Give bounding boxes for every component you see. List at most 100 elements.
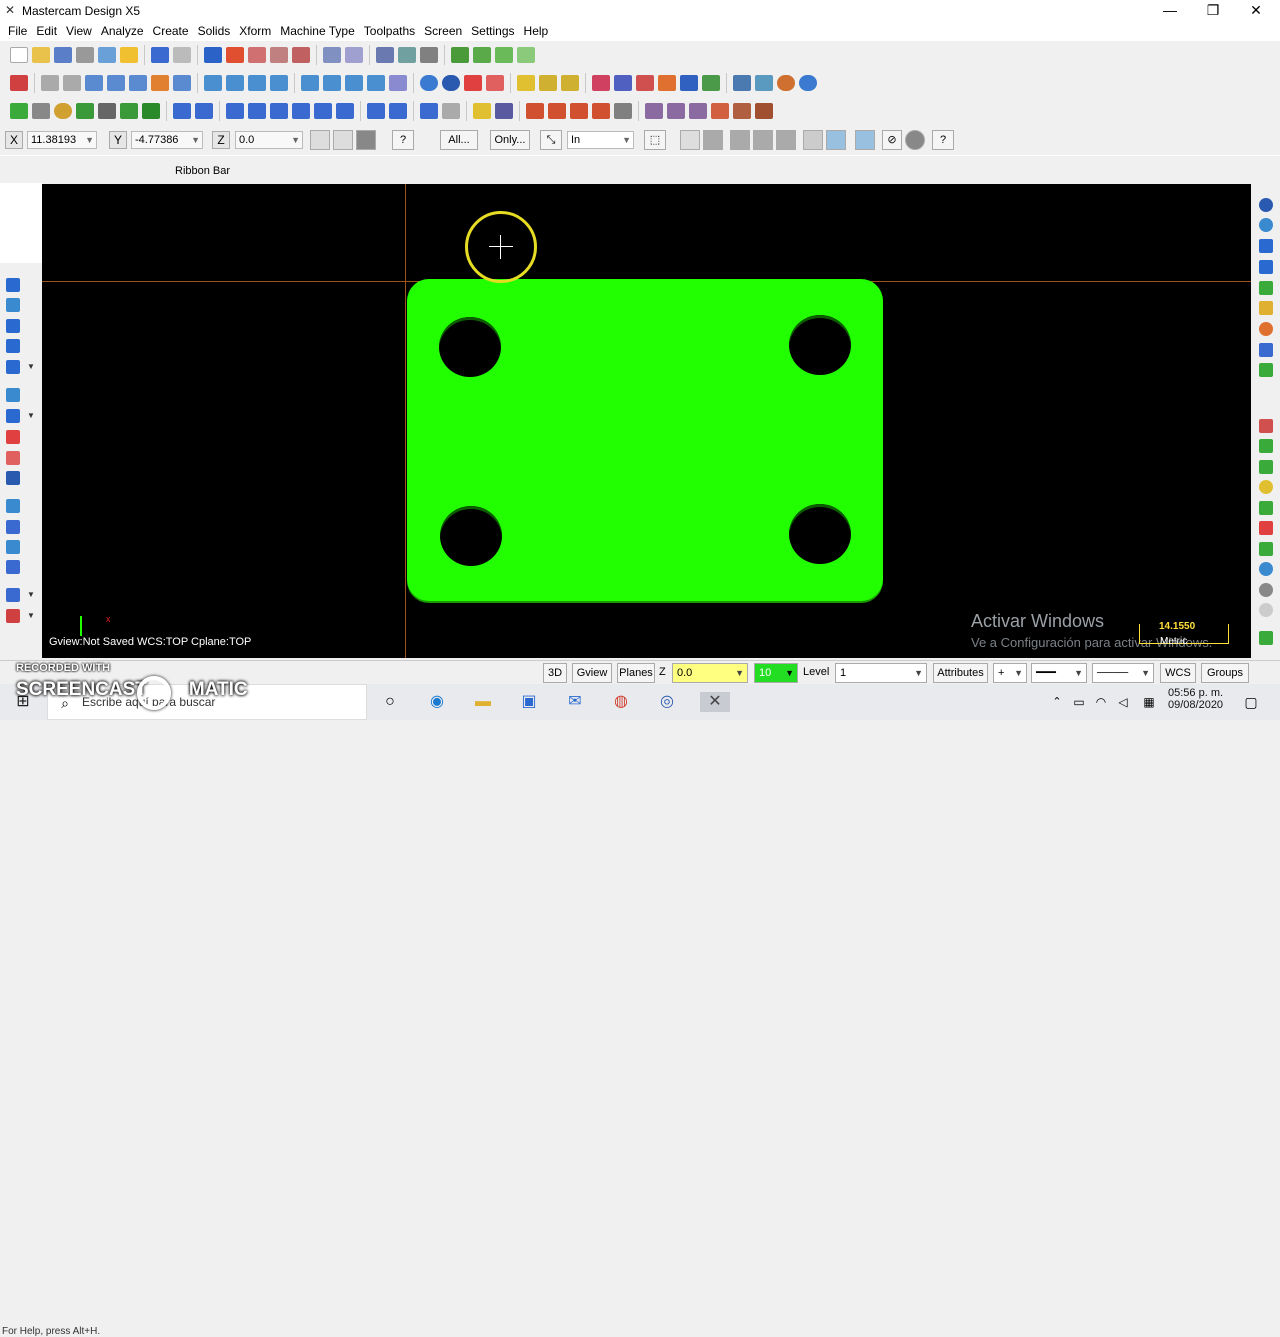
hole-top-left[interactable]	[439, 317, 501, 377]
menu-edit[interactable]: Edit	[34, 21, 64, 41]
chain-select-icon[interactable]	[614, 103, 632, 119]
z-coordinate-input[interactable]: 0.0 ▼	[235, 131, 303, 149]
shading-icon[interactable]	[389, 75, 407, 91]
view-status-text[interactable]: Gview:Not Saved WCS:TOP Cplane:TOP	[49, 636, 251, 648]
sphere-icon[interactable]	[442, 75, 460, 91]
layers-icon[interactable]	[1259, 631, 1273, 645]
tplane-icon[interactable]	[345, 75, 363, 91]
color-icon[interactable]	[777, 75, 795, 91]
multiaxis-icon[interactable]	[689, 103, 707, 119]
chamfer-solid-icon[interactable]	[6, 451, 20, 465]
y-label[interactable]: Y	[109, 131, 127, 149]
menu-screen[interactable]: Screen	[422, 21, 469, 41]
pan-icon[interactable]	[204, 47, 222, 63]
window-select-icon[interactable]: ⬚	[644, 130, 666, 150]
chevron-down-icon[interactable]: ▼	[27, 611, 35, 620]
xform-1-icon[interactable]	[226, 103, 244, 119]
cplane-icon[interactable]	[323, 75, 341, 91]
hole-bottom-right[interactable]	[789, 504, 851, 564]
level-label[interactable]: Level	[803, 666, 829, 678]
xform-3-icon[interactable]	[270, 103, 288, 119]
shade-icon[interactable]	[41, 75, 59, 91]
menu-machine-type[interactable]: Machine Type	[278, 21, 362, 41]
mask-2-icon[interactable]	[730, 130, 750, 150]
fast-point-icon[interactable]	[310, 130, 330, 150]
graphics-viewport[interactable]: x Gview:Not Saved WCS:TOP Cplane:TOP Act…	[42, 184, 1251, 658]
xform-9-icon[interactable]	[420, 103, 438, 119]
file-explorer-icon[interactable]: ▬	[472, 692, 494, 712]
chain-icon[interactable]	[614, 75, 632, 91]
3d-button[interactable]: 3D	[543, 663, 567, 683]
minimize-button[interactable]: —	[1148, 0, 1192, 21]
post-icon[interactable]	[129, 75, 147, 91]
world-icon[interactable]	[755, 75, 773, 91]
surface-icon[interactable]	[142, 103, 160, 119]
wcs-button[interactable]: WCS	[1160, 663, 1196, 683]
solid-sphere-icon[interactable]	[1259, 562, 1273, 576]
grid-icon[interactable]	[1259, 363, 1273, 377]
solid-view-3-icon[interactable]	[495, 47, 513, 63]
drafting-icon[interactable]	[6, 588, 20, 602]
mask-5-icon[interactable]	[803, 130, 823, 150]
help-selection-icon[interactable]: ?	[932, 130, 954, 150]
table-icon[interactable]	[1259, 521, 1273, 535]
tools-icon[interactable]	[420, 47, 438, 63]
machine-icon[interactable]	[10, 75, 28, 91]
xform-10-icon[interactable]	[442, 103, 460, 119]
menu-create[interactable]: Create	[151, 21, 196, 41]
mask-1-icon[interactable]	[703, 130, 723, 150]
level-select[interactable]: 1 ▼	[835, 663, 927, 683]
solid-view-4-icon[interactable]	[517, 47, 535, 63]
menu-analyze[interactable]: Analyze	[99, 21, 151, 41]
pocket-icon[interactable]	[526, 103, 544, 119]
clear-mask-icon[interactable]: ⊘	[882, 130, 902, 150]
line-width-select[interactable]: ──── ▼	[1092, 663, 1154, 683]
delete-icon[interactable]	[398, 47, 416, 63]
loft-icon[interactable]	[6, 409, 20, 423]
globe-icon[interactable]	[420, 75, 438, 91]
fillet-solid-icon[interactable]	[6, 430, 20, 444]
sphere-view-icon[interactable]	[1259, 198, 1273, 212]
taskbar-clock[interactable]: 05:56 p. m. 09/08/2020	[1168, 687, 1223, 711]
close-button[interactable]: ✕	[1234, 0, 1278, 21]
arc-icon[interactable]	[54, 103, 72, 119]
menu-xform[interactable]: Xform	[237, 21, 278, 41]
rectangle-icon[interactable]	[120, 103, 138, 119]
xform-8-icon[interactable]	[389, 103, 407, 119]
mask-4-icon[interactable]	[776, 130, 796, 150]
autocursor-settings-icon[interactable]	[333, 130, 353, 150]
new-file-icon[interactable]	[10, 47, 28, 63]
zoom-window-icon[interactable]	[270, 47, 288, 63]
solid-extra-icon[interactable]	[6, 609, 20, 623]
extrude-icon[interactable]	[6, 339, 20, 353]
chrome-icon[interactable]: ◍	[610, 692, 632, 712]
config-icon[interactable]	[733, 75, 751, 91]
add-entity-icon[interactable]	[1259, 439, 1273, 453]
engrave-icon[interactable]	[570, 103, 588, 119]
y-coordinate-input[interactable]: -4.77386 ▼	[131, 131, 203, 149]
open-file-icon[interactable]	[32, 47, 50, 63]
chevron-down-icon[interactable]: ▼	[27, 411, 35, 420]
selection-mode-icon[interactable]: ⤡	[540, 130, 562, 150]
surface-finish-icon[interactable]	[667, 103, 685, 119]
hole-bottom-left[interactable]	[440, 506, 502, 566]
solid-plate[interactable]	[407, 279, 883, 601]
select-only-button[interactable]: Only...	[490, 130, 530, 150]
gview-front-icon[interactable]	[248, 75, 266, 91]
task-view-icon[interactable]: ○	[379, 692, 401, 712]
fillet-icon[interactable]	[76, 103, 94, 119]
xform-4-icon[interactable]	[292, 103, 310, 119]
move-plane-icon[interactable]	[1259, 260, 1273, 274]
ruler-icon[interactable]	[1259, 301, 1273, 315]
globe-view-icon[interactable]	[1259, 218, 1273, 232]
z-label[interactable]: Z	[212, 131, 230, 149]
boolean-common-icon[interactable]	[6, 540, 20, 554]
battery-icon[interactable]: ▭	[1068, 692, 1090, 712]
boolean-remove-icon[interactable]	[6, 520, 20, 534]
arc-tool-icon[interactable]	[6, 319, 20, 333]
mirror-icon[interactable]	[680, 75, 698, 91]
z-depth-select[interactable]: 0.0 ▼	[672, 663, 748, 683]
edge-browser-icon[interactable]: ◉	[426, 692, 448, 712]
mask-3-icon[interactable]	[753, 130, 773, 150]
menu-help[interactable]: Help	[522, 21, 556, 41]
